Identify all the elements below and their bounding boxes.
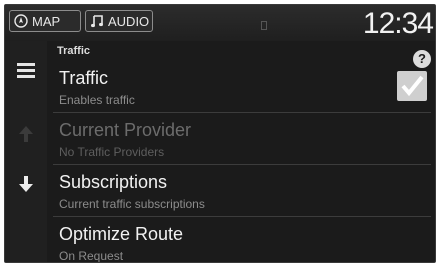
list-item-subtitle: On Request: [59, 249, 124, 263]
music-note-icon: [90, 14, 104, 28]
clock: 12:34: [362, 7, 434, 40]
list-item-optimize-route[interactable]: Optimize Route On Request: [53, 217, 431, 263]
scroll-up-icon[interactable]: [18, 125, 34, 148]
audio-button[interactable]: AUDIO: [85, 10, 153, 32]
compass-icon: [14, 14, 28, 28]
breadcrumb: Traffic: [57, 45, 91, 57]
list-item-subscriptions[interactable]: Subscriptions Current traffic subscripti…: [53, 165, 431, 217]
nav-screen: MAP AUDIO 12:34 Traffic ? Traffic Enable…: [4, 4, 436, 263]
checkbox-checked-icon[interactable]: [397, 71, 427, 101]
status-bar: MAP AUDIO 12:34: [5, 5, 435, 41]
settings-list: Traffic Enables traffic Current Provider…: [53, 61, 431, 263]
list-item-title: Traffic: [59, 68, 109, 88]
side-rail: [5, 41, 47, 262]
list-item-subtitle: Current traffic subscriptions: [59, 197, 205, 211]
list-item-subtitle: Enables traffic: [59, 93, 135, 107]
list-item-title: Current Provider: [59, 120, 192, 140]
map-button[interactable]: MAP: [9, 10, 81, 32]
list-item-current-provider: Current Provider No Traffic Providers: [53, 113, 431, 165]
status-indicator: [261, 21, 267, 30]
map-button-label: MAP: [32, 13, 61, 29]
menu-icon[interactable]: [17, 63, 35, 78]
list-item-subtitle: No Traffic Providers: [59, 145, 165, 159]
list-item-traffic[interactable]: Traffic Enables traffic: [53, 61, 431, 113]
audio-button-label: AUDIO: [108, 13, 150, 29]
list-item-title: Subscriptions: [59, 172, 168, 192]
list-item-title: Optimize Route: [59, 224, 184, 244]
scroll-down-icon[interactable]: [18, 175, 34, 198]
